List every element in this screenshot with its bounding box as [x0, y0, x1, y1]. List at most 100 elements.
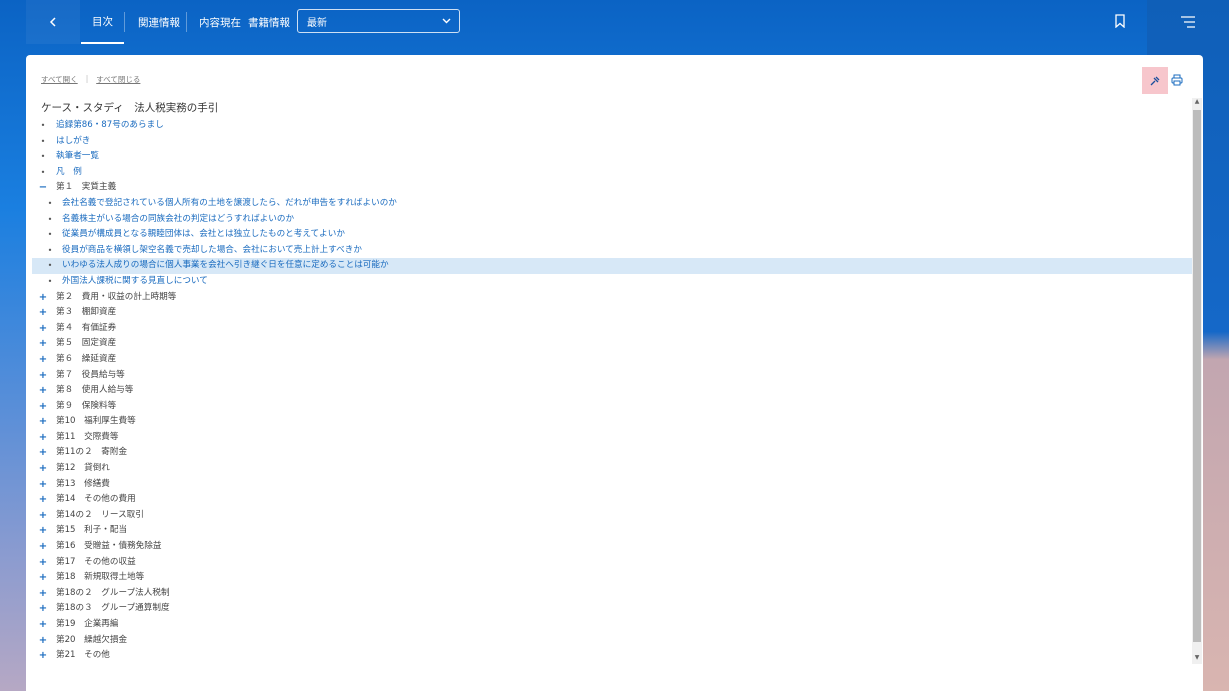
expand-icon[interactable]: + [38, 430, 48, 446]
toc-chapter[interactable]: + 第18 新規取得土地等 [26, 570, 1192, 586]
toc-chapter[interactable]: + 第17 その他の収益 [26, 555, 1192, 571]
toc-chapter[interactable]: + 第18の３ グループ通算制度 [26, 601, 1192, 617]
toc-item-label[interactable]: 役員が商品を横領し架空名義で売却した場合、会社において売上計上すべきか [62, 243, 362, 259]
toc-chapter[interactable]: + 第16 受贈益・債務免除益 [26, 539, 1192, 555]
toc-item[interactable]: • はしがき [26, 134, 1192, 150]
toc-chapter[interactable]: + 第12 貸倒れ [26, 461, 1192, 477]
bookmark-icon[interactable] [1115, 14, 1125, 28]
toc-item[interactable]: • 執筆者一覧 [26, 149, 1192, 165]
toc-item-label[interactable]: 第16 受贈益・債務免除益 [56, 539, 161, 555]
expand-icon[interactable]: + [38, 414, 48, 430]
toc-item-label[interactable]: 第11の２ 寄附金 [56, 445, 127, 461]
expand-icon[interactable]: + [38, 383, 48, 399]
toc-item-label[interactable]: 第２ 費用・収益の計上時期等 [56, 290, 176, 306]
expand-icon[interactable]: + [38, 570, 48, 586]
expand-icon[interactable]: + [38, 461, 48, 477]
expand-icon[interactable]: + [38, 305, 48, 321]
toc-item-label[interactable]: 第14の２ リース取引 [56, 508, 144, 524]
toc-chapter[interactable]: + 第３ 棚卸資産 [26, 305, 1192, 321]
toc-chapter[interactable]: + 第７ 役員給与等 [26, 368, 1192, 384]
toc-item-label[interactable]: 第15 利子・配当 [56, 523, 127, 539]
toc-item-label[interactable]: 第19 企業再編 [56, 617, 119, 633]
toc-item-label[interactable]: 第20 繰越欠損金 [56, 633, 127, 649]
toc-chapter[interactable]: + 第19 企業再編 [26, 617, 1192, 633]
expand-icon[interactable]: + [38, 445, 48, 461]
pin-button[interactable] [1142, 67, 1168, 94]
toc-item[interactable]: • 凡 例 [26, 165, 1192, 181]
toc-item-label[interactable]: 会社名義で登記されている個人所有の土地を譲渡したら、だれが申告をすればよいのか [62, 196, 397, 212]
toc-chapter[interactable]: + 第11 交際費等 [26, 430, 1192, 446]
toc-item[interactable]: • いわゆる法人成りの場合に個人事業を会社へ引き継ぐ日を任意に定めることは可能か [32, 258, 1192, 274]
toc-item-label[interactable]: 第４ 有価証券 [56, 321, 116, 337]
expand-icon[interactable]: + [38, 539, 48, 555]
toc-chapter[interactable]: + 第８ 使用人給与等 [26, 383, 1192, 399]
toc-item-label[interactable]: 第11 交際費等 [56, 430, 119, 446]
toc-item[interactable]: • 名義株主がいる場合の同族会社の判定はどうすればよいのか [26, 212, 1192, 228]
toc-chapter[interactable]: + 第４ 有価証券 [26, 321, 1192, 337]
toc-chapter[interactable]: + 第11の２ 寄附金 [26, 445, 1192, 461]
toc-item-label[interactable]: 第８ 使用人給与等 [56, 383, 133, 399]
toc-item-label[interactable]: 追録第86・87号のあらまし [56, 118, 164, 134]
expand-icon[interactable]: + [38, 586, 48, 602]
expand-icon[interactable]: + [38, 290, 48, 306]
expand-icon[interactable]: + [38, 477, 48, 493]
toc-item-label[interactable]: 第12 貸倒れ [56, 461, 110, 477]
version-select[interactable]: 最新 [297, 9, 460, 33]
collapse-icon[interactable]: − [38, 180, 48, 196]
toc-item-label[interactable]: 第14 その他の費用 [56, 492, 136, 508]
toc-chapter[interactable]: + 第20 繰越欠損金 [26, 633, 1192, 649]
toc-item-label[interactable]: 第18 新規取得土地等 [56, 570, 144, 586]
expand-icon[interactable]: + [38, 368, 48, 384]
toc-item-label[interactable]: 第17 その他の収益 [56, 555, 136, 571]
back-button[interactable] [26, 0, 80, 44]
toc-item-label[interactable]: 第１ 実質主義 [56, 180, 116, 196]
toc-chapter[interactable]: + 第２ 費用・収益の計上時期等 [26, 290, 1192, 306]
toc-item-label[interactable]: 執筆者一覧 [56, 149, 99, 165]
toc-item-label[interactable]: 第９ 保険料等 [56, 399, 116, 415]
toc-chapter[interactable]: + 第５ 固定資産 [26, 336, 1192, 352]
collapse-all-link[interactable]: すべて閉じる [96, 74, 140, 85]
toc-chapter[interactable]: − 第１ 実質主義 [26, 180, 1192, 196]
expand-icon[interactable]: + [38, 601, 48, 617]
expand-icon[interactable]: + [38, 399, 48, 415]
toc-item-label[interactable]: 第18の３ グループ通算制度 [56, 601, 170, 617]
print-icon[interactable] [1171, 74, 1183, 86]
tab-content-as-of[interactable]: 内容現在 [199, 0, 241, 44]
toc-item-label[interactable]: 従業員が構成員となる親睦団体は、会社とは独立したものと考えてよいか [62, 227, 345, 243]
tab-related-info[interactable]: 関連情報 [138, 0, 180, 44]
toc-item-label[interactable]: 名義株主がいる場合の同族会社の判定はどうすればよいのか [62, 212, 294, 228]
toc-chapter[interactable]: + 第18の２ グループ法人税制 [26, 586, 1192, 602]
toc-item[interactable]: • 追録第86・87号のあらまし [26, 118, 1192, 134]
toc-item-label[interactable]: いわゆる法人成りの場合に個人事業を会社へ引き継ぐ日を任意に定めることは可能か [62, 258, 389, 274]
expand-icon[interactable]: + [38, 555, 48, 571]
toc-chapter[interactable]: + 第10 福利厚生費等 [26, 414, 1192, 430]
scroll-down-arrow[interactable]: ▼ [1193, 654, 1201, 664]
toc-chapter[interactable]: + 第14の２ リース取引 [26, 508, 1192, 524]
expand-icon[interactable]: + [38, 492, 48, 508]
toc-item-label[interactable]: 第５ 固定資産 [56, 336, 116, 352]
expand-icon[interactable]: + [38, 352, 48, 368]
toc-item-label[interactable]: 第18の２ グループ法人税制 [56, 586, 170, 602]
scrollbar[interactable]: ▲ ▼ [1192, 98, 1202, 664]
toc-item-label[interactable]: 第７ 役員給与等 [56, 368, 125, 384]
expand-icon[interactable]: + [38, 648, 48, 664]
expand-icon[interactable]: + [38, 336, 48, 352]
toc-item[interactable]: • 外国法人課税に関する見直しについて [26, 274, 1192, 290]
tab-book-info[interactable]: 書籍情報 [248, 0, 290, 44]
tab-toc[interactable]: 目次 [81, 0, 124, 44]
toc-item[interactable]: • 役員が商品を横領し架空名義で売却した場合、会社において売上計上すべきか [26, 243, 1192, 259]
toc-chapter[interactable]: + 第９ 保険料等 [26, 399, 1192, 415]
toc-item-label[interactable]: はしがき [56, 134, 90, 150]
expand-icon[interactable]: + [38, 508, 48, 524]
toc-item-label[interactable]: 第10 福利厚生費等 [56, 414, 136, 430]
menu-icon[interactable] [1181, 16, 1195, 28]
expand-all-link[interactable]: すべて開く [41, 74, 78, 85]
toc-item-label[interactable]: 第３ 棚卸資産 [56, 305, 116, 321]
toc-item-label[interactable]: 外国法人課税に関する見直しについて [62, 274, 208, 290]
toc-item[interactable]: • 会社名義で登記されている個人所有の土地を譲渡したら、だれが申告をすればよいのか [26, 196, 1192, 212]
toc-item-label[interactable]: 第６ 繰延資産 [56, 352, 116, 368]
toc-item-label[interactable]: 第21 その他 [56, 648, 110, 664]
scroll-thumb[interactable] [1193, 110, 1201, 642]
toc-chapter[interactable]: + 第６ 繰延資産 [26, 352, 1192, 368]
expand-icon[interactable]: + [38, 633, 48, 649]
